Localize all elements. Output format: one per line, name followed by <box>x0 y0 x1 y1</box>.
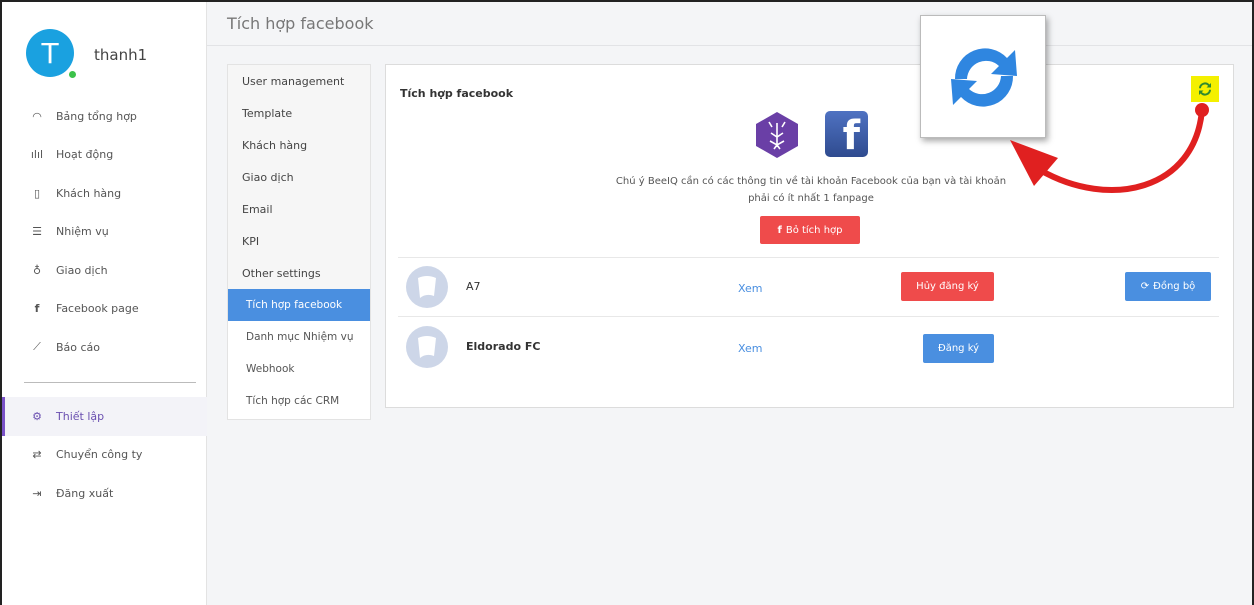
beeiq-logo-icon <box>756 112 798 158</box>
nav-label: Báo cáo <box>56 340 101 354</box>
register-button[interactable]: Đăng ký <box>923 334 994 363</box>
card-title: Tích hợp facebook <box>400 87 514 100</box>
nav-item-deals[interactable]: ♁ Giao dịch <box>2 251 207 290</box>
activity-icon: ılıl <box>30 148 44 162</box>
report-icon: ⟋ <box>33 340 41 354</box>
nav-label: Khách hàng <box>56 186 122 200</box>
sync-button[interactable]: ⟳ Đồng bộ <box>1125 272 1211 301</box>
logout-icon: ⇥ <box>32 486 42 500</box>
main-nav: ◠ Bảng tổng hợp ılıl Hoạt động ▯ Khách h… <box>2 97 207 367</box>
nav-item-facebook-page[interactable]: f Facebook page <box>2 290 207 329</box>
unlink-label: Bỏ tích hợp <box>785 224 843 236</box>
tasks-icon: ☰ <box>32 225 42 239</box>
nav-divider <box>24 382 196 383</box>
avatar-initial: T <box>41 36 59 70</box>
customers-icon: ▯ <box>33 186 41 200</box>
nav-label: Đăng xuất <box>56 486 114 500</box>
settings-item-webhook[interactable]: Webhook <box>228 353 370 385</box>
nav-label: Giao dịch <box>56 263 108 277</box>
nav-label: Thiết lập <box>56 409 105 423</box>
integration-note: Chú ý BeeIQ cần có các thông tin về tài … <box>586 173 1036 207</box>
settings-item-task-categories[interactable]: Danh mục Nhiệm vụ <box>228 321 370 353</box>
settings-item-other-settings[interactable]: Other settings <box>228 257 370 289</box>
nav-label: Bảng tổng hợp <box>56 109 137 123</box>
nav-item-logout[interactable]: ⇥ Đăng xuất <box>2 474 207 513</box>
view-link[interactable]: Xem <box>738 342 763 355</box>
page-name: Eldorado FC <box>466 340 541 353</box>
view-link[interactable]: Xem <box>738 282 763 295</box>
switch-icon: ⇄ <box>32 448 42 462</box>
settings-item-facebook-integration[interactable]: Tích hợp facebook <box>228 289 370 321</box>
settings-item-kpi[interactable]: KPI <box>228 225 370 257</box>
refresh-button[interactable] <box>1191 76 1219 102</box>
settings-item-deals[interactable]: Giao dịch <box>228 161 370 193</box>
page-avatar <box>406 266 448 308</box>
nav-label: Nhiệm vụ <box>56 225 109 239</box>
nav-label: Chuyển công ty <box>56 448 143 462</box>
facebook-logo-icon: f <box>825 111 868 159</box>
settings-item-crm-integration[interactable]: Tích hợp các CRM <box>228 385 370 417</box>
table-row: Eldorado FC Xem Đăng ký <box>398 318 1219 378</box>
nav-item-customers[interactable]: ▯ Khách hàng <box>2 174 207 213</box>
refresh-icon <box>951 48 1017 107</box>
username[interactable]: thanh1 <box>94 46 147 64</box>
refresh-icon <box>1199 82 1211 96</box>
nav-item-switch-company[interactable]: ⇄ Chuyển công ty <box>2 436 207 475</box>
table-row: A7 Xem Hủy đăng ký ⟳ Đồng bộ <box>398 257 1219 317</box>
unlink-button[interactable]: f Bỏ tích hợp <box>760 216 860 244</box>
settings-icon: ⚙ <box>32 409 42 423</box>
page-name: A7 <box>466 280 481 293</box>
nav-item-tasks[interactable]: ☰ Nhiệm vụ <box>2 213 207 252</box>
settings-item-template[interactable]: Template <box>228 97 370 129</box>
facebook-logo-glyph: f <box>842 113 860 159</box>
facebook-icon: f <box>777 224 782 236</box>
nav-item-report[interactable]: ⟋ Báo cáo <box>2 328 207 367</box>
page-header: Tích hợp facebook <box>207 2 1252 46</box>
facebook-icon: f <box>34 302 40 316</box>
page-avatar <box>406 326 448 368</box>
note-line-2: phải có ít nhất 1 fanpage <box>748 193 874 204</box>
nav-item-activity[interactable]: ılıl Hoạt động <box>2 136 207 175</box>
deals-icon: ♁ <box>32 263 42 277</box>
zoom-callout <box>920 15 1046 138</box>
nav-item-settings[interactable]: ⚙ Thiết lập <box>2 397 207 436</box>
page-title: Tích hợp facebook <box>227 14 374 33</box>
settings-item-customers[interactable]: Khách hàng <box>228 129 370 161</box>
main-content: Tích hợp facebook User management Templa… <box>207 2 1252 605</box>
avatar[interactable]: T <box>26 29 74 77</box>
nav-label: Facebook page <box>56 302 139 316</box>
flag-icon <box>418 276 436 298</box>
nav-label: Hoạt động <box>56 148 114 162</box>
settings-item-user-management[interactable]: User management <box>228 65 370 97</box>
sidebar: T thanh1 ◠ Bảng tổng hợp ılıl Hoạt động … <box>2 2 207 605</box>
dashboard-icon: ◠ <box>32 109 42 123</box>
sync-icon: ⟳ <box>1140 281 1150 292</box>
flag-icon <box>418 336 436 358</box>
secondary-nav: ⚙ Thiết lập ⇄ Chuyển công ty ⇥ Đăng xuất <box>2 397 207 513</box>
facebook-integration-card: Tích hợp facebook f Chú ý BeeIQ cần có c… <box>385 64 1234 408</box>
online-status-dot <box>68 70 77 79</box>
settings-item-email[interactable]: Email <box>228 193 370 225</box>
nav-item-dashboard[interactable]: ◠ Bảng tổng hợp <box>2 97 207 136</box>
unsubscribe-button[interactable]: Hủy đăng ký <box>901 272 994 301</box>
settings-menu: User management Template Khách hàng Giao… <box>227 64 371 420</box>
note-line-1: Chú ý BeeIQ cần có các thông tin về tài … <box>615 176 1007 187</box>
sync-label: Đồng bộ <box>1153 281 1196 292</box>
